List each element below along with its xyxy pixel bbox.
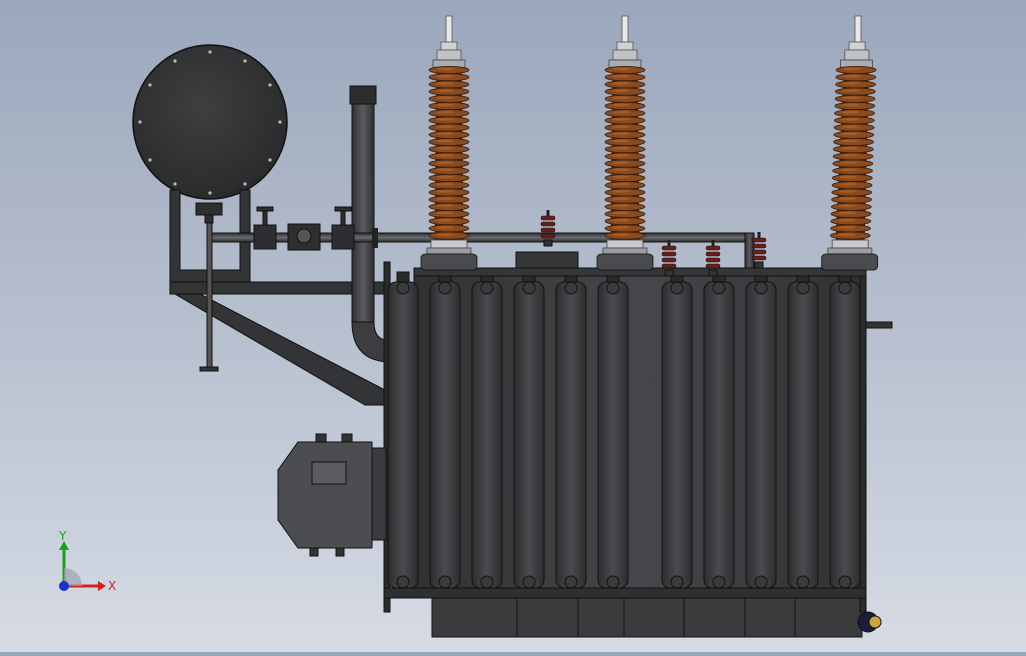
radiator-fin [555, 271, 587, 589]
radiator-fin [471, 271, 503, 589]
shutoff-valve[interactable] [331, 206, 355, 250]
transformer-model[interactable] [0, 0, 1026, 652]
radiator-fin [745, 271, 777, 589]
radiator-fin [661, 271, 693, 589]
hv-bushing[interactable] [420, 15, 478, 271]
control-cabinet[interactable] [277, 433, 387, 557]
buchholz-relay[interactable] [287, 223, 321, 251]
z-axis-dot [59, 581, 69, 591]
radiator-fin [429, 271, 461, 589]
radiator-fin [513, 271, 545, 589]
radiator-fin [787, 271, 819, 589]
hv-bushing[interactable] [821, 15, 879, 271]
pressure-relief-pipe [349, 85, 389, 363]
breather-valve[interactable] [195, 202, 223, 224]
hv-bushing[interactable] [596, 15, 654, 271]
gate-valve[interactable] [253, 206, 277, 250]
drain-valve[interactable] [857, 611, 882, 633]
hv-bushings[interactable] [420, 15, 879, 271]
conservator-tank[interactable] [132, 44, 288, 200]
radiator-fin [829, 271, 861, 589]
radiator-bank [387, 271, 861, 589]
x-axis-label: X [108, 579, 116, 593]
y-axis-label: Y [58, 529, 67, 543]
cad-viewport[interactable]: X Y [0, 0, 1026, 652]
radiator-fin [703, 271, 735, 589]
radiator-fin [597, 271, 629, 589]
radiator-fin [387, 271, 419, 589]
coordinate-triad: X Y [58, 529, 116, 593]
